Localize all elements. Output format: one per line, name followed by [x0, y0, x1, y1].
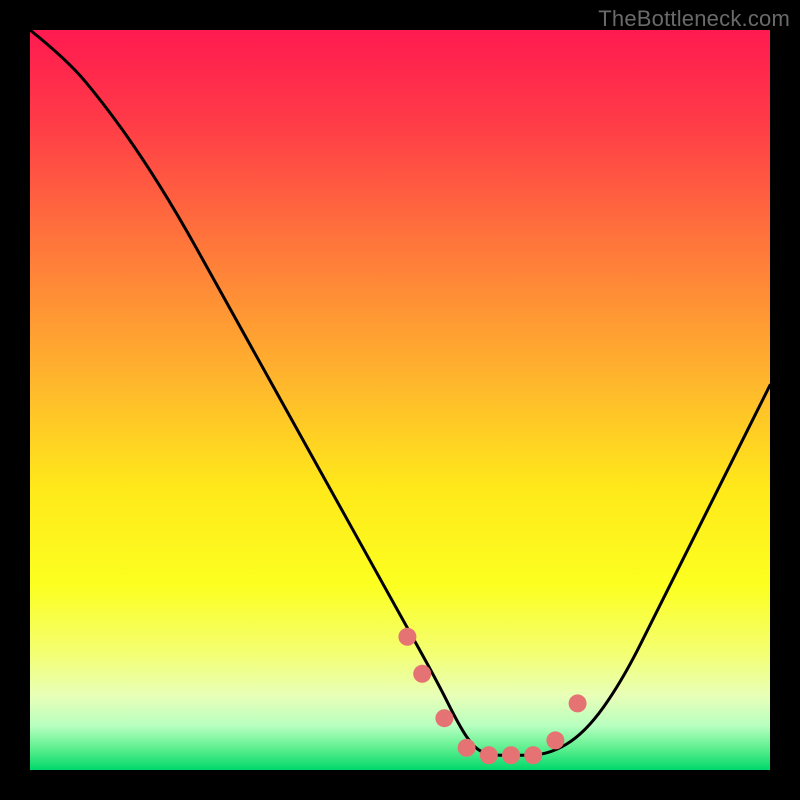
highlight-dot — [546, 731, 564, 749]
highlight-dot — [413, 665, 431, 683]
chart-frame: TheBottleneck.com — [0, 0, 800, 800]
plot-area — [30, 30, 770, 770]
curve-layer — [30, 30, 770, 770]
highlight-dot — [398, 628, 416, 646]
bottleneck-curve — [30, 30, 770, 755]
watermark-text: TheBottleneck.com — [598, 6, 790, 32]
valley-highlight — [398, 628, 586, 764]
highlight-dot — [502, 746, 520, 764]
highlight-dot — [524, 746, 542, 764]
highlight-dot — [569, 694, 587, 712]
highlight-dot — [458, 739, 476, 757]
highlight-dot — [435, 709, 453, 727]
highlight-dot — [480, 746, 498, 764]
